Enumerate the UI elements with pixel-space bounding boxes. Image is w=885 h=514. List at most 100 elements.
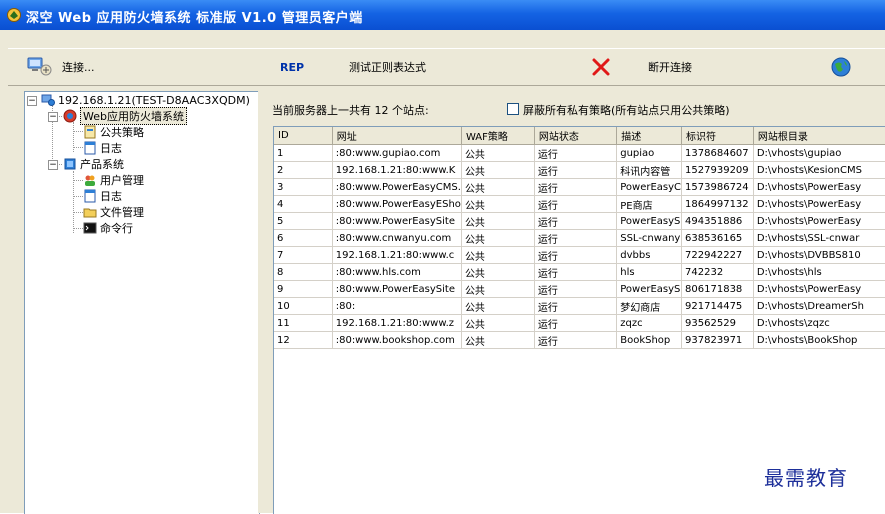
connect-label: 连接... <box>62 61 95 74</box>
connect-button[interactable]: 连接... <box>26 49 95 85</box>
tree-node-user-mgmt[interactable]: 用户管理 <box>83 173 144 187</box>
table-cell: 937823971 <box>681 331 754 349</box>
column-header[interactable]: 网站根目录 <box>753 127 885 145</box>
table-cell: 科讯内容管 <box>616 161 683 179</box>
table-cell: 运行 <box>534 314 618 332</box>
disconnect-button[interactable]: 断开连接 <box>648 49 692 85</box>
table-row[interactable]: 6:80:www.cnwanyu.com 公共 运行 SSL-cnwany 638536… <box>274 229 885 247</box>
table-header-row: ID 网址 WAF策略 网站状态 描述 标识符 网站根目录 <box>274 127 885 145</box>
table-row[interactable]: 10:80: 公共 运行 梦幻商店 921714475 D:\vhosts\Dreamer… <box>274 297 885 315</box>
table-cell: D:\vhosts\SSL-cnwar <box>753 229 885 247</box>
site-count-text: 当前服务器上一共有 12 个站点: <box>272 104 429 117</box>
table-cell: 6 <box>274 229 333 247</box>
tree-node-server[interactable]: 192.168.1.21(TEST-D8AAC3XQDM) <box>41 93 250 107</box>
table-cell: 公共 <box>461 314 535 332</box>
table-cell: PowerEasyS <box>616 212 683 230</box>
disconnect-x-button[interactable] <box>591 49 611 85</box>
table-cell: 3 <box>274 178 333 196</box>
tree-connector <box>73 180 83 181</box>
table-row[interactable]: 2 192.168.1.21:80:www.K 公共 运行 科讯内容管 152793920… <box>274 161 885 179</box>
collapse-toggle[interactable]: − <box>27 96 37 106</box>
table-cell: D:\vhosts\KesionCMS <box>753 161 885 179</box>
product-label: 产品系统 <box>80 158 124 171</box>
table-cell: 公共 <box>461 195 535 213</box>
tree-connector <box>73 196 83 197</box>
policy-icon <box>84 125 96 139</box>
tree-panel[interactable]: − 192.168.1.21(TEST-D8AAC3XQDM) − Web应用防… <box>24 91 260 514</box>
table-cell: 运行 <box>534 161 618 179</box>
column-header[interactable]: 标识符 <box>681 127 754 145</box>
test-regex-button[interactable]: 测试正则表达式 <box>349 49 426 85</box>
tree-node-waf[interactable]: Web应用防火墙系统 <box>63 107 187 125</box>
table-cell: 运行 <box>534 263 618 281</box>
tree-node-log[interactable]: 日志 <box>83 141 122 155</box>
table-row[interactable]: 1:80:www.gupiao.com 公共 运行 gupiao 1378684607 D… <box>274 144 885 162</box>
table-row[interactable]: 9:80:www.PowerEasySite 公共 运行 PowerEasyS 8061… <box>274 280 885 298</box>
table-cell: 公共 <box>461 144 535 162</box>
table-cell: 公共 <box>461 178 535 196</box>
rep-button[interactable]: REP <box>280 49 304 85</box>
table-cell: 公共 <box>461 331 535 349</box>
sites-table[interactable]: ID 网址 WAF策略 网站状态 描述 标识符 网站根目录 1:80:www.gupiao.… <box>273 126 885 514</box>
table-cell: :80: <box>332 297 462 315</box>
globe-button[interactable] <box>830 49 852 85</box>
table-row[interactable]: 5:80:www.PowerEasySite 公共 运行 PowerEasyS 4943… <box>274 212 885 230</box>
window-title: 深空 Web 应用防火墙系统 标准版 V1.0 管理员客户端 <box>26 11 363 26</box>
table-cell: gupiao <box>616 144 683 162</box>
table-cell: BookShop <box>616 331 683 349</box>
connect-icon <box>27 57 52 76</box>
table-cell: 公共 <box>461 297 535 315</box>
shield-private-label[interactable]: 屏蔽所有私有策略(所有站点只用公共策略) <box>523 102 730 118</box>
table-cell: 1864997132 <box>681 195 754 213</box>
tree-node-public-policy[interactable]: 公共策略 <box>83 125 144 139</box>
tree-node-cmd[interactable]: 命令行 <box>83 221 133 235</box>
collapse-toggle[interactable]: − <box>48 112 58 122</box>
table-cell: 192.168.1.21:80:www.z <box>332 314 462 332</box>
table-cell: 公共 <box>461 229 535 247</box>
table-cell: 运行 <box>534 144 618 162</box>
table-row[interactable]: 8:80:www.hls.com 公共 运行 hls 742232 D:\vhosts\h… <box>274 263 885 281</box>
table-row[interactable]: 7 192.168.1.21:80:www.c 公共 运行 dvbbs 722942227… <box>274 246 885 264</box>
table-cell: 2 <box>274 161 333 179</box>
table-cell: 638536165 <box>681 229 754 247</box>
table-cell: 1573986724 <box>681 178 754 196</box>
table-cell: :80:www.PowerEasySite <box>332 212 462 230</box>
shield-private-checkbox[interactable] <box>507 103 519 115</box>
column-header[interactable]: ID <box>274 127 333 145</box>
table-cell: 921714475 <box>681 297 754 315</box>
column-header[interactable]: WAF策略 <box>461 127 535 145</box>
table-cell: 1378684607 <box>681 144 754 162</box>
table-row[interactable]: 4:80:www.PowerEasyESho 公共 运行 PE商店 1864997132… <box>274 195 885 213</box>
table-cell: 722942227 <box>681 246 754 264</box>
table-cell: D:\vhosts\hls <box>753 263 885 281</box>
user-mgmt-label: 用户管理 <box>100 174 144 187</box>
folder-icon <box>83 208 97 218</box>
close-icon <box>592 58 610 76</box>
column-header[interactable]: 网址 <box>332 127 462 145</box>
table-row[interactable]: 11 192.168.1.21:80:www.z 公共 运行 zqzc 93562529 D… <box>274 314 885 332</box>
table-cell: zqzc <box>616 314 683 332</box>
title-bar[interactable]: 深空 Web 应用防火墙系统 标准版 V1.0 管理员客户端 <box>0 0 885 30</box>
table-cell: PE商店 <box>616 195 683 213</box>
column-header[interactable]: 描述 <box>616 127 683 145</box>
tree-node-log-2[interactable]: 日志 <box>83 189 122 203</box>
users-icon <box>85 175 95 186</box>
collapse-toggle[interactable]: − <box>48 160 58 170</box>
server-label: 192.168.1.21(TEST-D8AAC3XQDM) <box>58 93 250 107</box>
log-label: 日志 <box>100 142 122 155</box>
tree-node-product[interactable]: 产品系统 <box>63 157 124 171</box>
table-cell: PowerEasyS <box>616 280 683 298</box>
tree-node-file-mgmt[interactable]: 文件管理 <box>83 205 144 219</box>
table-cell: D:\vhosts\PowerEasy <box>753 178 885 196</box>
table-cell: 12 <box>274 331 333 349</box>
table-cell: 运行 <box>534 297 618 315</box>
table-cell: :80:www.hls.com <box>332 263 462 281</box>
table-row[interactable]: 12:80:www.bookshop.com 公共 运行 BookShop 937823… <box>274 331 885 349</box>
table-row[interactable]: 3:80:www.PowerEasyCMS. 公共 运行 PowerEasyC 1573… <box>274 178 885 196</box>
table-cell: SSL-cnwany <box>616 229 683 247</box>
table-cell: 公共 <box>461 246 535 264</box>
file-mgmt-label: 文件管理 <box>100 206 144 219</box>
tree-connector <box>73 131 83 132</box>
table-cell: 运行 <box>534 195 618 213</box>
column-header[interactable]: 网站状态 <box>534 127 618 145</box>
